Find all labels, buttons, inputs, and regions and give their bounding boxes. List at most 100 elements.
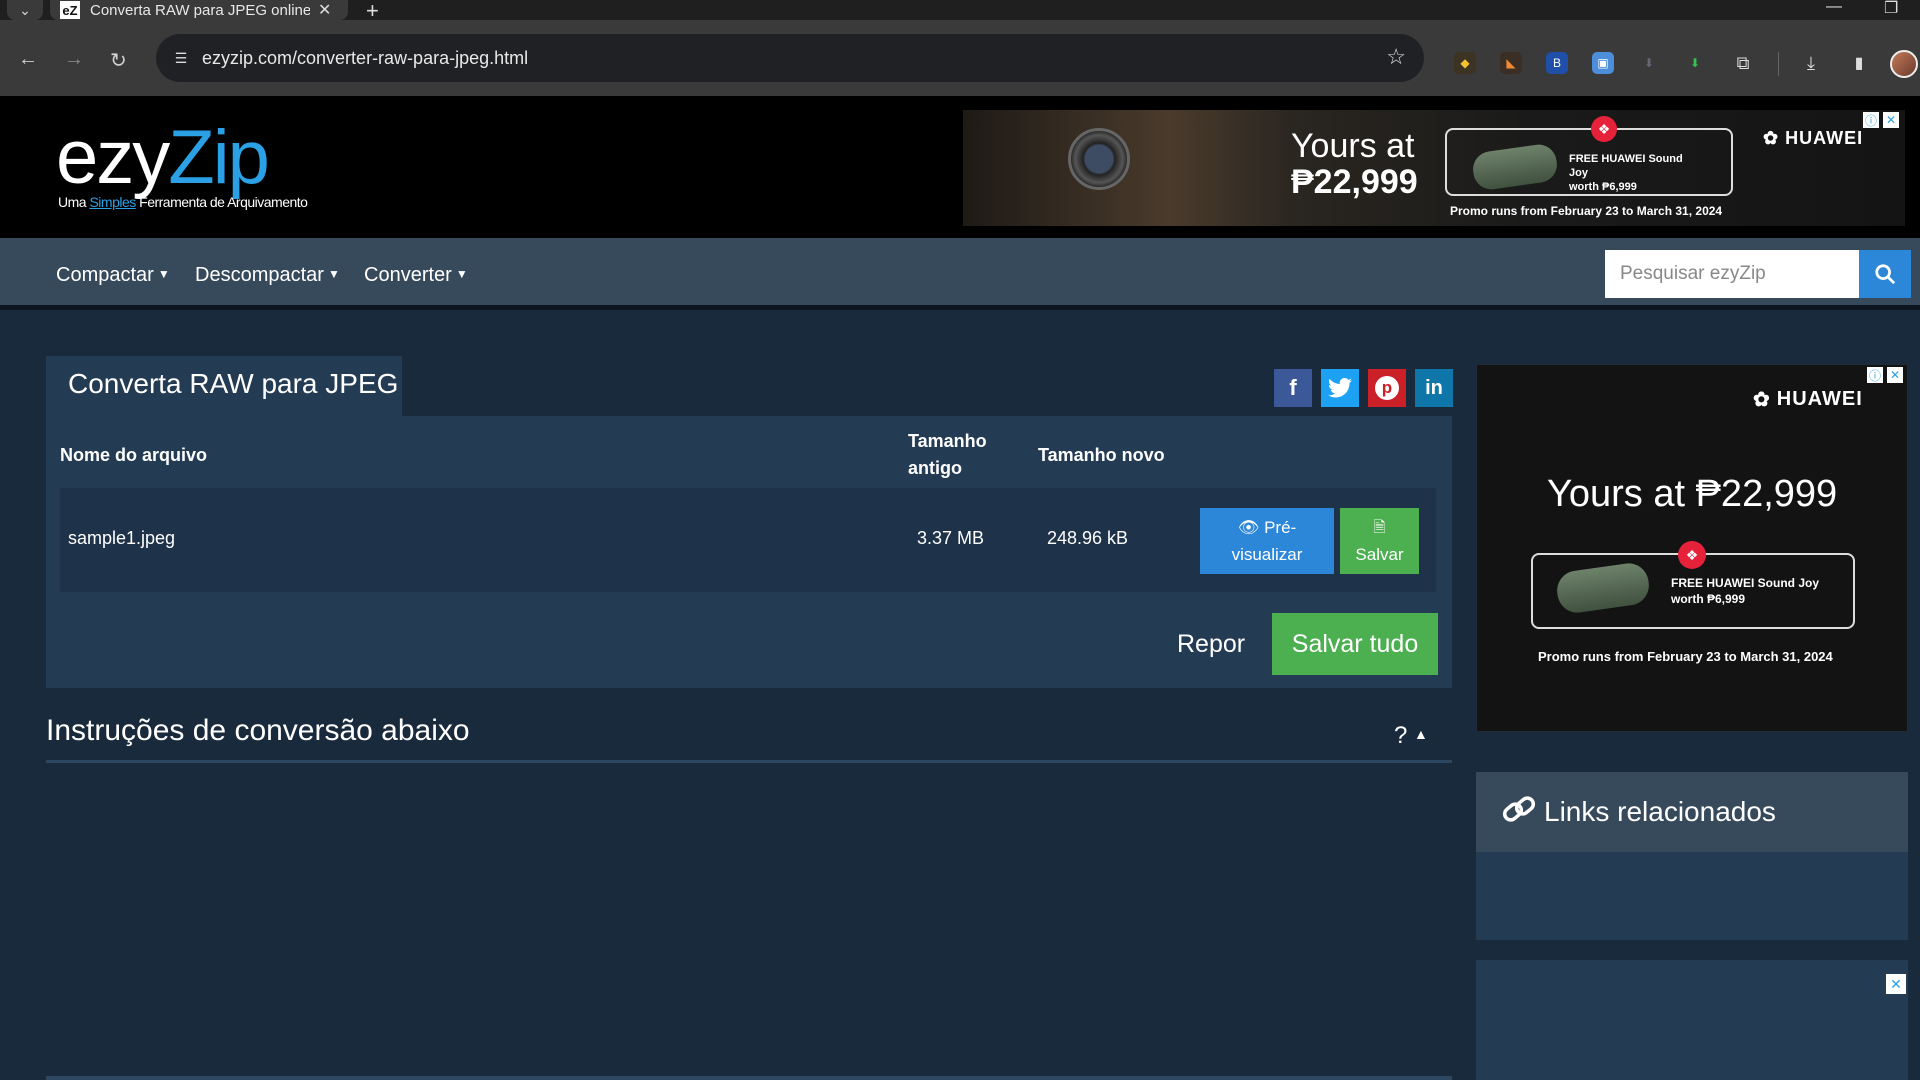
url-text: ezyzip.com/converter-raw-para-jpeg.html <box>202 48 529 68</box>
tab-close-icon[interactable]: ✕ <box>318 0 331 20</box>
twitter-bird-glyph <box>1328 378 1352 398</box>
extension-shield-icon[interactable]: B <box>1546 52 1568 74</box>
ad-gift-text: FREE HUAWEI Sound Joy worth ₱6,999 <box>1569 152 1699 194</box>
linkedin-icon[interactable]: in <box>1415 369 1453 407</box>
facebook-icon[interactable]: f <box>1274 369 1312 407</box>
top-banner-ad[interactable]: Yours at ₱22,999 ❖ FREE HUAWEI Sound Joy… <box>963 110 1905 226</box>
column-header-filename: Nome do arquivo <box>60 445 208 465</box>
related-links-header: Links relacionados <box>1476 772 1908 852</box>
old-size-line1: Tamanho <box>908 431 987 451</box>
site-header: ezyZip Uma Simples Ferramenta de Arquiva… <box>0 96 1920 238</box>
side-ad-promo: Promo runs from February 23 to March 31,… <box>1538 649 1833 664</box>
ad-close-icon[interactable]: ✕ <box>1883 112 1899 128</box>
downloads-icon[interactable]: ⤓ <box>1800 52 1822 74</box>
search-button[interactable] <box>1859 250 1911 298</box>
extension-cube-icon[interactable]: ◆ <box>1454 52 1476 74</box>
ad-close-icon[interactable]: ✕ <box>1886 974 1906 994</box>
extension-download-green-icon[interactable]: ⬇ <box>1684 52 1706 74</box>
new-size-value: 248.96 kB <box>1047 528 1129 548</box>
side-ad-brand: ✿ HUAWEI <box>1753 387 1863 412</box>
ad-brand-text: HUAWEI <box>1785 128 1864 148</box>
column-header-old-size: Tamanho antigo <box>908 428 987 482</box>
old-size-value: 3.37 MB <box>917 528 985 548</box>
ad-price-line1: Yours at <box>1291 127 1415 165</box>
extension-fox-icon[interactable]: ◣ <box>1500 52 1522 74</box>
caret-down-icon: ▼ <box>455 267 468 281</box>
bottom-divider <box>46 1076 1452 1080</box>
nav-compactar[interactable]: Compactar ▼ <box>56 264 170 287</box>
logo-tagline: Uma Simples Ferramenta de Arquivamento <box>58 194 308 210</box>
file-name: sample1.jpeg <box>68 528 176 548</box>
column-header-new-size: Tamanho novo <box>1038 445 1165 465</box>
tagline-post: Ferramenta de Arquivamento <box>135 194 308 210</box>
ad-info-icon[interactable]: ⓘ <box>1867 367 1883 383</box>
reload-icon[interactable]: ↻ <box>110 48 127 73</box>
ad-brand: ✿ HUAWEI <box>1763 128 1863 149</box>
side-ad-gift-text: FREE HUAWEI Sound Joy worth ₱6,999 <box>1671 575 1841 607</box>
nav-descompactar[interactable]: Descompactar ▼ <box>195 264 340 287</box>
save-label: Salvar <box>1355 545 1404 564</box>
ezyzip-logo[interactable]: ezyZip <box>56 114 270 201</box>
table-row: sample1.jpeg 3.37 MB 248.96 kB 👁 Pré- vi… <box>60 488 1436 592</box>
tab-title: Converta RAW para JPEG online <box>90 1 310 19</box>
file-table-panel: Nome do arquivo Tamanho antigo Tamanho n… <box>46 416 1452 688</box>
caret-down-icon: ▼ <box>327 267 340 281</box>
pinterest-glyph: p <box>1375 376 1399 400</box>
side-ad-gift-line2: worth ₱6,999 <box>1671 592 1746 606</box>
ad-promo-text: Promo runs from February 23 to March 31,… <box>1450 204 1723 218</box>
preview-label-2: visualizar <box>1231 545 1303 564</box>
bookmark-star-icon[interactable]: ☆ <box>1386 44 1406 70</box>
huawei-logo-icon: ✿ <box>1763 128 1780 148</box>
logo-zip: Zip <box>168 115 270 200</box>
tagline-pre: Uma <box>58 194 90 210</box>
ad-price-line2: ₱22,999 <box>1291 163 1418 201</box>
sidebar-ad[interactable]: ✿ HUAWEI Yours at ₱22,999 ❖ FREE HUAWEI S… <box>1476 364 1908 732</box>
ad-gift-line1: FREE HUAWEI Sound Joy <box>1569 153 1683 179</box>
save-all-button[interactable]: Salvar tudo <box>1272 613 1438 675</box>
converter-tab: Converta RAW para JPEG <box>46 356 402 416</box>
ad-info-icon[interactable]: ⓘ <box>1863 112 1879 128</box>
back-icon[interactable]: ← <box>18 48 38 71</box>
ad-gift-line2: worth ₱6,999 <box>1569 181 1637 193</box>
instructions-toggle[interactable]: ? ▲ <box>1394 722 1428 750</box>
search-input[interactable] <box>1605 250 1859 298</box>
nav-converter-label: Converter <box>364 264 452 286</box>
extension-translate-icon[interactable]: ▣ <box>1592 52 1614 74</box>
site-info-icon[interactable]: ☰ <box>168 46 194 70</box>
side-panel-icon[interactable]: ▮ <box>1848 52 1870 74</box>
nav-converter[interactable]: Converter ▼ <box>364 264 468 287</box>
social-share-bar: f p in <box>1274 369 1453 407</box>
browser-toolbar: ← → ↻ ☰ ezyzip.com/converter-raw-para-jp… <box>0 20 1920 96</box>
preview-button[interactable]: 👁 Pré- visualizar <box>1200 508 1334 574</box>
forward-icon[interactable]: → <box>64 48 84 71</box>
logo-ezy: ezy <box>56 115 170 200</box>
main-navbar: Compactar ▼ Descompactar ▼ Converter ▼ <box>0 238 1920 310</box>
old-size-line2: antigo <box>908 458 962 478</box>
reset-button[interactable]: Repor <box>1177 630 1245 659</box>
page-title: Converta RAW para JPEG <box>68 368 399 399</box>
extensions-puzzle-icon[interactable]: ⧉ <box>1732 52 1754 74</box>
toolbar-separator <box>1778 52 1779 76</box>
ad-price: Yours at ₱22,999 <box>1291 128 1418 200</box>
restore-icon[interactable]: ❐ <box>1884 0 1898 18</box>
browser-tab[interactable]: eZ Converta RAW para JPEG online ✕ <box>50 0 348 20</box>
search-icon <box>1875 264 1896 285</box>
file-download-icon: 🗎 <box>1373 519 1386 536</box>
minimize-icon[interactable]: — <box>1826 0 1842 16</box>
sidebar-ad-bottom[interactable]: ✕ <box>1476 960 1908 1080</box>
related-links-title: Links relacionados <box>1544 796 1776 827</box>
tab-search-button[interactable]: ⌄ <box>7 0 43 20</box>
pinterest-icon[interactable]: p <box>1368 369 1406 407</box>
profile-avatar[interactable] <box>1890 50 1918 78</box>
extension-download-grey-icon[interactable]: ⬇ <box>1638 52 1660 74</box>
eye-icon: 👁 <box>1237 518 1260 537</box>
chevron-down-icon: ⌄ <box>19 1 31 18</box>
twitter-icon[interactable] <box>1321 369 1359 407</box>
gift-icon: ❖ <box>1678 541 1706 569</box>
huawei-logo-icon: ✿ <box>1753 389 1771 411</box>
ad-close-icon[interactable]: ✕ <box>1887 367 1903 383</box>
save-button[interactable]: 🗎 Salvar <box>1340 508 1419 574</box>
browser-tab-strip: ⌄ eZ Converta RAW para JPEG online ✕ + —… <box>0 0 1920 23</box>
tagline-simples: Simples <box>89 194 136 210</box>
address-bar[interactable]: ☰ ezyzip.com/converter-raw-para-jpeg.htm… <box>156 34 1424 82</box>
